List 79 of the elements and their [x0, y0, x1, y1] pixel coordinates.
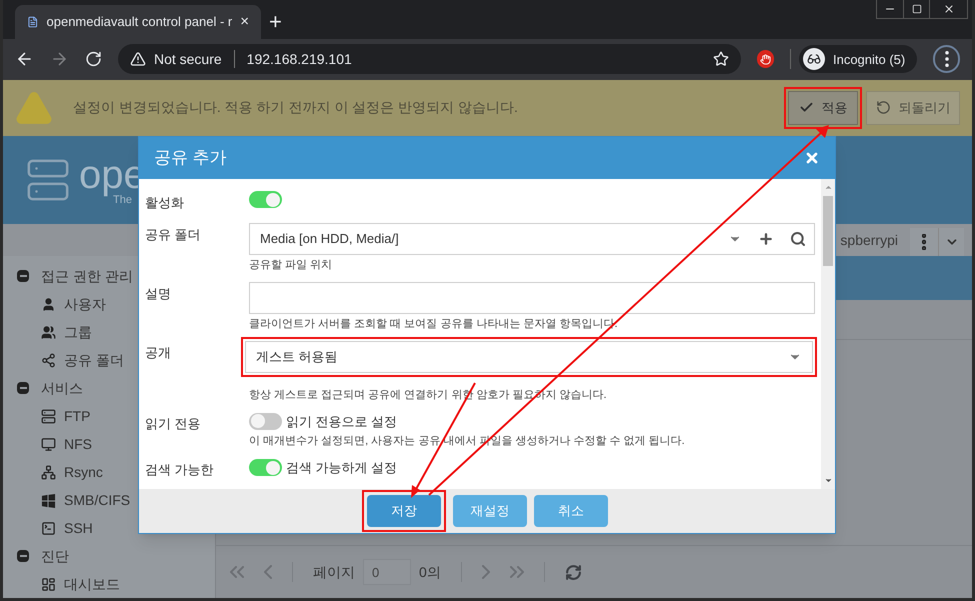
- cancel-button[interactable]: 취소: [534, 495, 608, 527]
- toggle-label: 검색 가능하게 설정: [286, 459, 398, 477]
- address-field[interactable]: Not secure 192.168.219.101: [118, 44, 741, 74]
- bookmark-star-icon: [712, 51, 729, 68]
- url-text: 192.168.219.101: [246, 50, 353, 69]
- host-name: spberrypi: [840, 230, 898, 250]
- sidebar-group[interactable]: 진단: [3, 542, 215, 570]
- server-icon: [41, 408, 56, 424]
- previous-page-icon: [264, 565, 272, 579]
- field-label: 검색 가능한: [145, 461, 215, 479]
- field-label: 활성화: [145, 194, 185, 212]
- page-icon: [27, 14, 38, 30]
- users-icon: [41, 324, 56, 340]
- close-button[interactable]: [804, 150, 820, 166]
- field-label: 읽기 전용: [145, 414, 202, 432]
- toggle-label: 읽기 전용으로 설정: [286, 412, 398, 430]
- windows-icon: [41, 492, 56, 508]
- toggle-switch[interactable]: [249, 459, 282, 476]
- toggle-switch[interactable]: [249, 412, 282, 430]
- scroll-up-icon: [824, 183, 832, 192]
- dropdown-button[interactable]: [938, 228, 964, 256]
- folder-combo-field[interactable]: Media [on HDD, Media/]: [249, 222, 815, 254]
- description-field[interactable]: [249, 282, 815, 314]
- page-label: 페이지: [313, 562, 355, 582]
- reset-button[interactable]: 재설정: [453, 495, 527, 527]
- warning-icon: [130, 51, 146, 68]
- notification-message: 설정이 변경되었습니다. 적용 하기 전까지 이 설정은 반영되지 않습니다.: [73, 98, 519, 118]
- server-logo-icon: [25, 157, 71, 203]
- field-label: 공개: [145, 344, 172, 362]
- first-page-icon: [230, 566, 244, 578]
- page-total: 0의: [419, 562, 441, 582]
- hand-icon: [756, 50, 774, 68]
- incognito-icon: [802, 48, 825, 70]
- new-tab-button[interactable]: +: [269, 10, 282, 33]
- more-button[interactable]: [910, 228, 938, 256]
- dashboard-icon: [41, 576, 56, 592]
- search-icon: [790, 230, 806, 246]
- tab-close-button[interactable]: ×: [240, 14, 249, 30]
- toggle-switch[interactable]: [249, 191, 282, 208]
- security-label: Not secure: [154, 50, 222, 69]
- scroll-down-icon: [824, 476, 832, 485]
- incognito-badge[interactable]: Incognito (5): [798, 45, 918, 74]
- save-button[interactable]: 저장: [367, 495, 441, 527]
- logo-subtext: The: [113, 194, 132, 206]
- reload-icon: [84, 50, 102, 68]
- computer-icon: [41, 436, 56, 452]
- maximize-icon: [912, 4, 922, 14]
- field-label: 공유 폴더: [145, 226, 202, 244]
- scrollbar-thumb[interactable]: [823, 196, 833, 266]
- page-input[interactable]: 0: [363, 559, 411, 585]
- menu-icon: [944, 51, 949, 68]
- apply-button[interactable]: 적용: [788, 90, 858, 125]
- sidebar-item[interactable]: SSH: [3, 514, 215, 542]
- undo-icon: [876, 100, 890, 116]
- add-icon: [758, 230, 774, 246]
- close-icon: [942, 3, 954, 15]
- last-page-icon: [510, 566, 524, 578]
- terminal-icon: [41, 520, 56, 536]
- more-icon: [922, 234, 926, 250]
- browser-tab[interactable]: openmediavault control panel - r ×: [15, 4, 261, 39]
- share-icon: [41, 352, 56, 368]
- refresh-icon: [564, 564, 582, 580]
- sidebar-item[interactable]: NFS: [3, 430, 215, 458]
- close-icon: [804, 150, 820, 166]
- tab-title: openmediavault control panel - r: [46, 13, 232, 32]
- field-label: 설명: [145, 284, 172, 302]
- sidebar-item[interactable]: SMB/CIFS: [3, 486, 215, 514]
- user-icon: [41, 296, 56, 312]
- sidebar-group[interactable]: 서비스: [3, 374, 215, 402]
- network-icon: [41, 464, 56, 480]
- public-select[interactable]: 게스트 허용됨: [245, 340, 813, 372]
- revert-button[interactable]: 되돌리기: [866, 90, 960, 125]
- help-text: 공유할 파일 위치: [249, 258, 334, 272]
- sidebar-item[interactable]: 대시보드: [3, 570, 215, 598]
- dialog-title: 공유 추가: [154, 147, 228, 170]
- sidebar-item[interactable]: 그룹: [3, 318, 215, 346]
- menu-button[interactable]: [933, 45, 960, 74]
- scrollbar[interactable]: [821, 179, 835, 489]
- next-page-icon: [482, 565, 490, 579]
